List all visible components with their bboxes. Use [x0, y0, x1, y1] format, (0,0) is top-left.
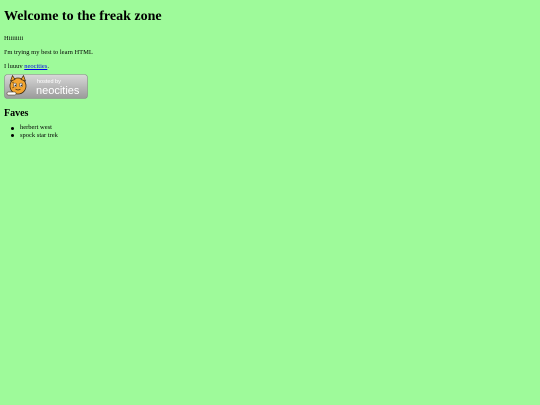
faves-list: herbert west spock star trek — [4, 124, 536, 139]
love-prefix: I luuuv — [4, 63, 25, 70]
hosted-by-neocities-badge[interactable]: hosted by neocities — [4, 74, 88, 99]
list-item-label: herbert west — [20, 124, 52, 131]
list-item: spock star trek — [11, 131, 536, 140]
neocities-link[interactable]: neocities — [24, 63, 47, 70]
bullet-icon — [11, 126, 14, 130]
learning-text: I'm trying my best to learn HTML — [4, 49, 93, 56]
greeting-text: Hiiiiiiii — [4, 35, 24, 42]
love-suffix: . — [47, 63, 49, 70]
faves-heading: Faves — [4, 108, 29, 119]
bullet-icon — [11, 134, 14, 137]
badge-neocities-text: neocities — [36, 85, 80, 97]
page-content: Welcome to the freak zone Hiiiiiiii I'm … — [0, 9, 540, 139]
love-text: I luuuv neocities. — [4, 63, 536, 71]
list-item-label: spock star trek — [20, 131, 58, 139]
list-item: herbert west — [11, 124, 536, 132]
page-title: Welcome to the freak zone — [4, 9, 162, 24]
